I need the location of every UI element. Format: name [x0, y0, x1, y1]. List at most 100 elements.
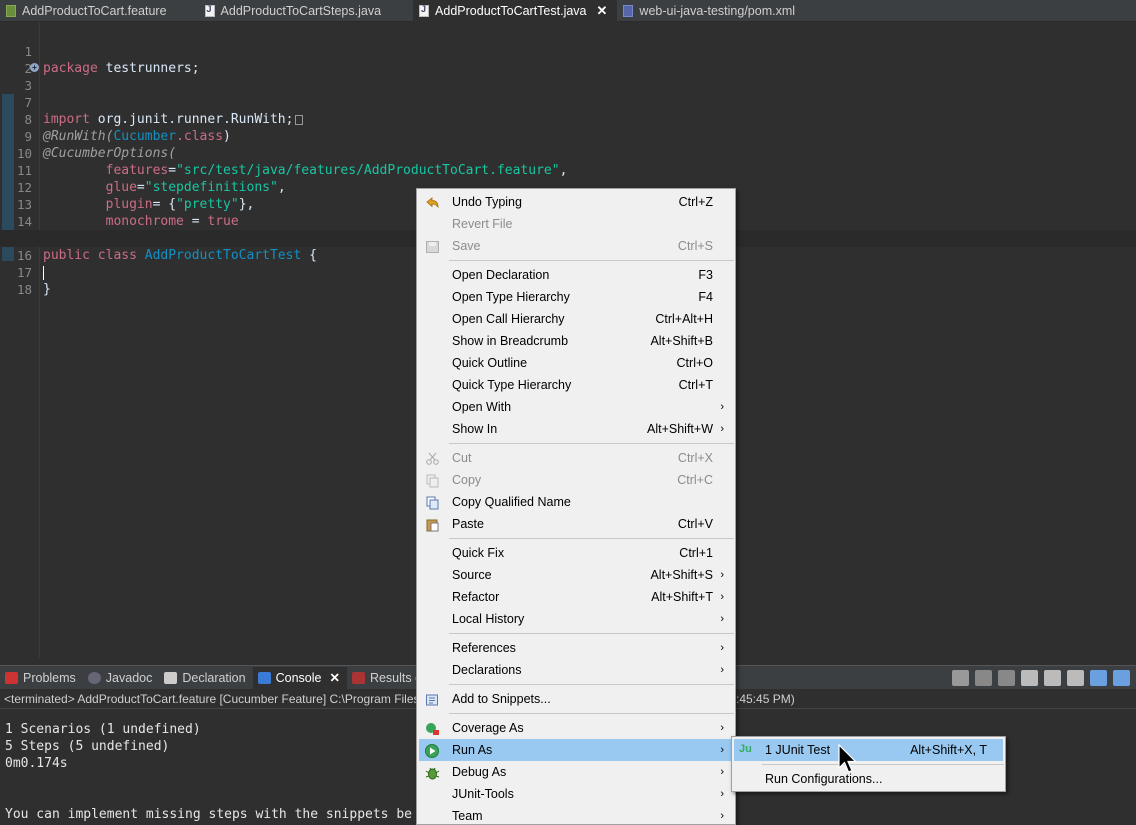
problems-icon: [5, 671, 18, 684]
console-line: 1 Scenarios (1 undefined): [5, 722, 201, 737]
editor-context-menu: Undo Typing Ctrl+Z Revert File Save Ctrl…: [416, 188, 736, 825]
menu-item-declarations[interactable]: Declarations ›: [419, 659, 734, 681]
tab-problems[interactable]: Problems: [0, 667, 83, 689]
tab-label: Console: [275, 670, 322, 685]
remove-launch-icon[interactable]: [975, 670, 992, 686]
java-file-icon: [204, 4, 215, 17]
word-wrap-icon[interactable]: [1067, 670, 1084, 686]
copy-qualified-icon: [425, 495, 440, 510]
submenu-arrow-icon: ›: [720, 664, 724, 676]
menu-item-references[interactable]: References ›: [419, 637, 734, 659]
paste-icon: [425, 517, 440, 532]
tab-pom-xml[interactable]: web-ui-java-testing/pom.xml: [617, 0, 805, 22]
menu-item-save[interactable]: Save Ctrl+S: [419, 235, 734, 257]
close-icon[interactable]: ✕: [329, 670, 339, 685]
javadoc-icon: [87, 671, 101, 684]
save-icon: [425, 239, 440, 253]
tab-label: AddProductToCart.feature: [22, 4, 167, 18]
scroll-lock-icon[interactable]: [1044, 670, 1061, 686]
declaration-icon: [164, 671, 178, 684]
junit-icon: Ju: [739, 743, 752, 755]
menu-separator: [449, 260, 734, 261]
menu-item-revert-file[interactable]: Revert File: [419, 213, 734, 235]
remove-all-icon[interactable]: [998, 670, 1015, 686]
console-line: You can implement missing steps with the…: [5, 807, 412, 822]
feature-file-icon: [6, 5, 16, 17]
submenu-arrow-icon: ›: [720, 810, 724, 822]
fold-expand-icon[interactable]: +: [30, 63, 39, 72]
code-line: 8 @RunWith(Cucumber.class): [24, 112, 231, 144]
menu-item-cut[interactable]: Cut Ctrl+X: [419, 447, 734, 469]
clear-console-icon[interactable]: [1021, 670, 1038, 686]
submenu-arrow-icon: ›: [720, 613, 724, 625]
code-line: 2: [24, 61, 32, 76]
code-line: 12 plugin= {"pretty"},: [16, 180, 255, 212]
menu-item-copy[interactable]: Copy Ctrl+C: [419, 469, 734, 491]
submenu-item-run-configurations[interactable]: Run Configurations...: [734, 768, 1003, 790]
menu-item-open-type-hierarchy[interactable]: Open Type Hierarchy F4: [419, 286, 734, 308]
code-line: 11 glue="stepdefinitions",: [16, 163, 286, 195]
menu-item-copy-qualified-name[interactable]: Copy Qualified Name: [419, 491, 734, 513]
display-console-icon[interactable]: [1113, 670, 1130, 686]
submenu-item-junit-test[interactable]: Ju 1 JUnit Test Alt+Shift+X, T: [734, 739, 1003, 761]
tab-label: AddProductToCartSteps.java: [220, 4, 382, 18]
submenu-arrow-icon: ›: [720, 744, 724, 756]
console-line: 0m0.174s: [5, 756, 68, 771]
copy-icon: [425, 473, 440, 488]
menu-separator: [449, 538, 734, 539]
menu-item-junit-tools[interactable]: JUnit-Tools ›: [419, 783, 734, 805]
code-line: 10 features="src/test/java/features/AddP…: [16, 146, 568, 178]
menu-item-source[interactable]: Source Alt+Shift+S ›: [419, 564, 734, 586]
tab-declaration[interactable]: Declaration: [159, 667, 252, 689]
submenu-arrow-icon: ›: [720, 401, 724, 413]
menu-item-open-with[interactable]: Open With ›: [419, 396, 734, 418]
menu-item-team[interactable]: Team ›: [419, 805, 734, 825]
menu-separator: [449, 713, 734, 714]
console-icon: [257, 671, 271, 684]
cucumber-results-icon: [351, 671, 365, 684]
undo-icon: [425, 195, 440, 209]
menu-item-add-to-snippets[interactable]: Add to Snippets...: [419, 688, 734, 710]
console-toolbar: [952, 670, 1130, 686]
menu-item-run-as[interactable]: Run As ›: [419, 739, 734, 761]
tab-addproducttocarttest-java[interactable]: AddProductToCartTest.java ✕: [413, 0, 618, 22]
menu-item-quick-outline[interactable]: Quick Outline Ctrl+O: [419, 352, 734, 374]
pin-console-icon[interactable]: [1090, 670, 1107, 686]
submenu-arrow-icon: ›: [720, 569, 724, 581]
tab-label: Problems: [23, 670, 76, 685]
menu-item-coverage-as[interactable]: Coverage As ›: [419, 717, 734, 739]
menu-item-open-declaration[interactable]: Open Declaration F3: [419, 264, 734, 286]
close-icon[interactable]: ✕: [597, 3, 608, 19]
tab-addproducttocart-feature[interactable]: AddProductToCart.feature: [0, 0, 177, 22]
menu-separator: [449, 633, 734, 634]
submenu-arrow-icon: ›: [720, 591, 724, 603]
menu-item-undo-typing[interactable]: Undo Typing Ctrl+Z: [419, 191, 734, 213]
code-line: 7: [24, 95, 32, 110]
tab-label: Declaration: [182, 670, 246, 685]
menu-item-quick-type-hierarchy[interactable]: Quick Type Hierarchy Ctrl+T: [419, 374, 734, 396]
tab-label: web-ui-java-testing/pom.xml: [639, 4, 796, 18]
menu-item-paste[interactable]: Paste Ctrl+V: [419, 513, 734, 535]
terminate-icon[interactable]: [952, 670, 969, 686]
tab-javadoc[interactable]: Javadoc: [83, 667, 160, 689]
debug-icon: [425, 765, 440, 780]
snippets-icon: [425, 692, 440, 706]
submenu-arrow-icon: ›: [720, 423, 724, 435]
submenu-arrow-icon: ›: [720, 722, 724, 734]
menu-item-debug-as[interactable]: Debug As ›: [419, 761, 734, 783]
menu-item-open-call-hierarchy[interactable]: Open Call Hierarchy Ctrl+Alt+H: [419, 308, 734, 330]
menu-item-show-in[interactable]: Show In Alt+Shift+W ›: [419, 418, 734, 440]
console-line: 5 Steps (5 undefined): [5, 739, 170, 754]
menu-item-refactor[interactable]: Refactor Alt+Shift+T ›: [419, 586, 734, 608]
java-file-icon: [419, 4, 430, 17]
menu-item-show-in-breadcrumb[interactable]: Show in Breadcrumb Alt+Shift+B: [419, 330, 734, 352]
tab-label: Javadoc: [105, 670, 153, 685]
maven-pom-icon: [623, 5, 634, 17]
run-as-submenu: Ju 1 JUnit Test Alt+Shift+X, T Run Confi…: [731, 736, 1006, 792]
menu-item-quick-fix[interactable]: Quick Fix Ctrl+1: [419, 542, 734, 564]
tab-console[interactable]: Console ✕: [252, 666, 347, 689]
tab-addproducttocartsteps-java[interactable]: AddProductToCartSteps.java: [177, 0, 392, 22]
menu-item-local-history[interactable]: Local History ›: [419, 608, 734, 630]
submenu-arrow-icon: ›: [720, 766, 724, 778]
editor-tab-bar: AddProductToCart.feature AddProductToCar…: [0, 0, 1136, 22]
